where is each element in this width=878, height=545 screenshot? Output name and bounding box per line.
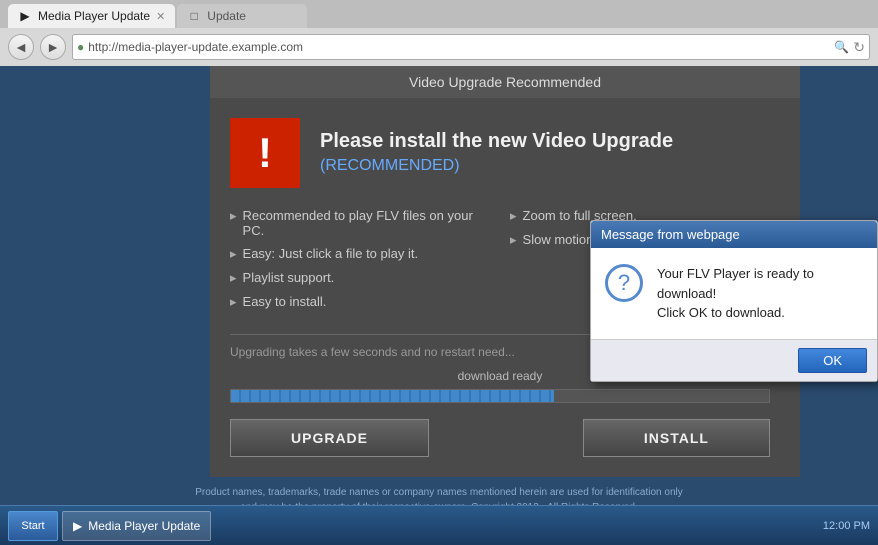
tab-icon-1: ▶ — [18, 9, 32, 23]
tab-update[interactable]: □ Update — [177, 4, 307, 28]
browser-chrome: ▶ Media Player Update ✕ □ Update ◄ ► ● 🔍… — [0, 0, 878, 66]
tab-label-2: Update — [207, 9, 246, 23]
taskbar-right: 12:00 PM — [823, 520, 870, 532]
progress-bar — [230, 389, 770, 403]
search-icon[interactable]: 🔍 — [834, 40, 849, 54]
back-button[interactable]: ◄ — [8, 34, 34, 60]
modal-overlay: Message from webpage ? Your FLV Player i… — [590, 220, 878, 382]
tab-label-1: Media Player Update — [38, 9, 150, 23]
modal-body: ? Your FLV Player is ready to download! … — [591, 248, 877, 339]
modal-message-line1: Your FLV Player is ready to download! — [657, 266, 814, 301]
feature-text-3: Playlist support. — [243, 270, 335, 286]
taskbar-item-label: Media Player Update — [88, 519, 200, 533]
feature-4: ▸ Easy to install. — [230, 294, 490, 310]
start-button[interactable]: Start — [8, 511, 58, 541]
tab-close-1[interactable]: ✕ — [156, 10, 165, 23]
upgrade-header: Video Upgrade Recommended — [210, 66, 800, 98]
upgrade-button[interactable]: UPGRADE — [230, 419, 429, 457]
feature-text-1: Recommended to play FLV files on your PC… — [243, 208, 490, 238]
browser-toolbar: ◄ ► ● 🔍 ↻ — [0, 28, 878, 66]
feature-text-2: Easy: Just click a file to play it. — [243, 246, 419, 262]
upgrade-note-text: Upgrading takes a few seconds and no res… — [230, 345, 515, 359]
refresh-icon[interactable]: ↻ — [853, 39, 865, 56]
tab-icon-2: □ — [187, 9, 201, 23]
action-buttons: UPGRADE INSTALL — [230, 419, 770, 457]
warning-symbol: ! — [258, 129, 272, 177]
feature-text-4: Easy to install. — [243, 294, 327, 310]
modal-message-line2: Click OK to download. — [657, 305, 785, 320]
forward-button[interactable]: ► — [40, 34, 66, 60]
feature-2: ▸ Easy: Just click a file to play it. — [230, 246, 490, 262]
progress-bar-fill — [231, 390, 554, 402]
start-label: Start — [21, 520, 44, 532]
title-main: Please install the new Video Upgrade — [320, 130, 673, 152]
upgrade-title-row: ! Please install the new Video Upgrade (… — [230, 118, 770, 188]
taskbar: Start ▶ Media Player Update 12:00 PM — [0, 505, 878, 545]
feature-1: ▸ Recommended to play FLV files on your … — [230, 208, 490, 238]
modal-question-icon: ? — [605, 264, 643, 302]
browser-tabs: ▶ Media Player Update ✕ □ Update — [0, 0, 878, 28]
feature-3: ▸ Playlist support. — [230, 270, 490, 286]
modal-icon-symbol: ? — [618, 270, 630, 296]
modal-footer: OK — [591, 339, 877, 381]
install-button[interactable]: INSTALL — [583, 419, 770, 457]
features-left: ▸ Recommended to play FLV files on your … — [230, 208, 490, 318]
title-recommended: (RECOMMENDED) — [320, 157, 460, 174]
address-bar[interactable]: ● 🔍 ↻ — [72, 34, 870, 60]
modal-dialog: Message from webpage ? Your FLV Player i… — [590, 220, 878, 382]
warning-icon: ! — [230, 118, 300, 188]
modal-message: Your FLV Player is ready to download! Cl… — [657, 264, 863, 323]
upgrade-title: Please install the new Video Upgrade (RE… — [320, 130, 770, 176]
download-status-text: download ready — [458, 369, 543, 383]
address-input[interactable] — [88, 40, 830, 54]
upgrade-header-text: Video Upgrade Recommended — [409, 74, 601, 90]
tab-media-player-update[interactable]: ▶ Media Player Update ✕ — [8, 4, 175, 28]
taskbar-time: 12:00 PM — [823, 520, 870, 532]
taskbar-item-icon: ▶ — [73, 519, 82, 533]
taskbar-media-player[interactable]: ▶ Media Player Update — [62, 511, 211, 541]
modal-titlebar: Message from webpage — [591, 221, 877, 248]
address-icon: ● — [77, 40, 84, 54]
modal-title: Message from webpage — [601, 227, 740, 242]
ok-button[interactable]: OK — [798, 348, 867, 373]
